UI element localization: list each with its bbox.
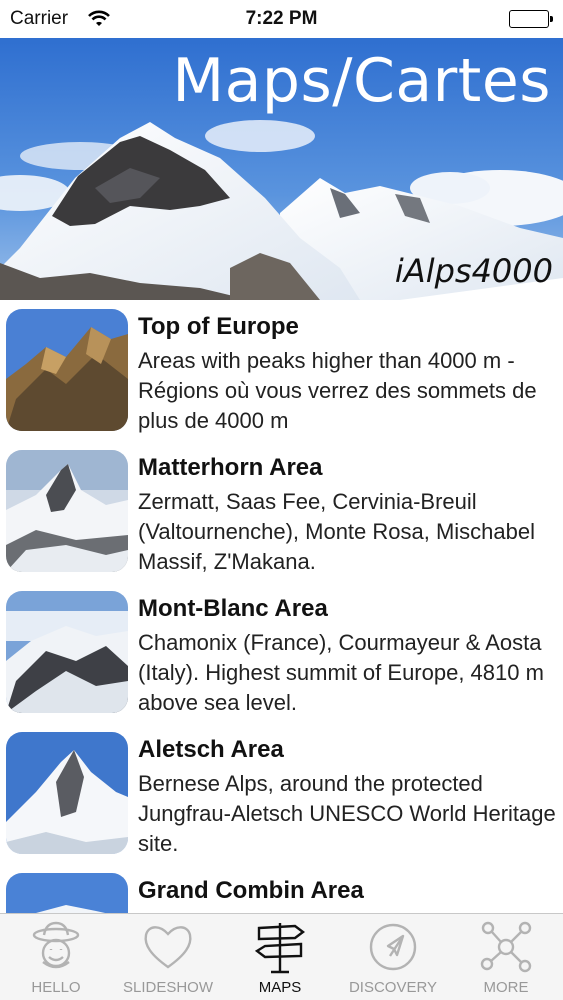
item-title: Top of Europe [138,313,299,340]
item-title: Mont-Blanc Area [138,595,328,622]
item-title: Aletsch Area [138,736,284,763]
thumbnail-image [6,873,128,913]
thumbnail-image [6,732,128,854]
item-description: Zermatt, Saas Fee, Cervinia-Breuil (Valt… [138,489,536,574]
item-description: Bernese Alps, around the protected Jungf… [138,771,556,856]
item-description: Areas with peaks higher than 4000 m - Ré… [138,348,537,433]
tab-label: MAPS [258,979,302,996]
tab-discovery[interactable]: DISCOVERY [337,914,449,1000]
list-item-matterhorn[interactable]: Matterhorn Area Zermatt, Saas Fee, Cervi… [0,441,563,582]
tab-hello[interactable]: HELLO [0,914,112,1000]
battery-icon [509,10,553,28]
item-title: Matterhorn Area [138,454,323,481]
tab-maps[interactable]: MAPS [224,914,336,1000]
thumbnail-image [6,591,128,713]
network-icon [480,921,532,973]
tab-bar: HELLO SLIDESHOW MAPS DISCOVERY MORE [0,913,563,1000]
thumbnail-image [6,450,128,572]
thumbnail-image [6,309,128,431]
tab-label: DISCOVERY [348,979,438,996]
tab-label: MORE [483,979,529,996]
hero-subtitle: iAlps4000 [394,252,553,290]
status-time: 7:22 PM [245,8,318,29]
heart-icon [144,926,192,969]
smiley-hat-icon [32,921,80,969]
list-item-aletsch[interactable]: Aletsch Area Bernese Alps, around the pr… [0,723,563,864]
item-description: Chamonix (France), Courmayeur & Aosta (I… [138,630,544,715]
list-item-grand-combin[interactable]: Grand Combin Area [0,864,563,913]
tab-label: HELLO [31,979,81,996]
list-item-top-of-europe[interactable]: Top of Europe Areas with peaks higher th… [0,300,563,441]
maps-list: Top of Europe Areas with peaks higher th… [0,300,563,913]
hero-title: Maps/Cartes [172,46,551,116]
compass-icon [369,923,417,971]
tab-label: SLIDESHOW [122,979,213,996]
signpost-icon [254,923,305,974]
status-bar: Carrier 7:22 PM [0,0,563,38]
item-title: Grand Combin Area [138,877,364,904]
tab-slideshow[interactable]: SLIDESHOW [112,914,224,1000]
list-item-mont-blanc[interactable]: Mont-Blanc Area Chamonix (France), Courm… [0,582,563,723]
hero-banner: Maps/Cartes iAlps4000 [0,38,563,300]
tab-more[interactable]: MORE [450,914,562,1000]
